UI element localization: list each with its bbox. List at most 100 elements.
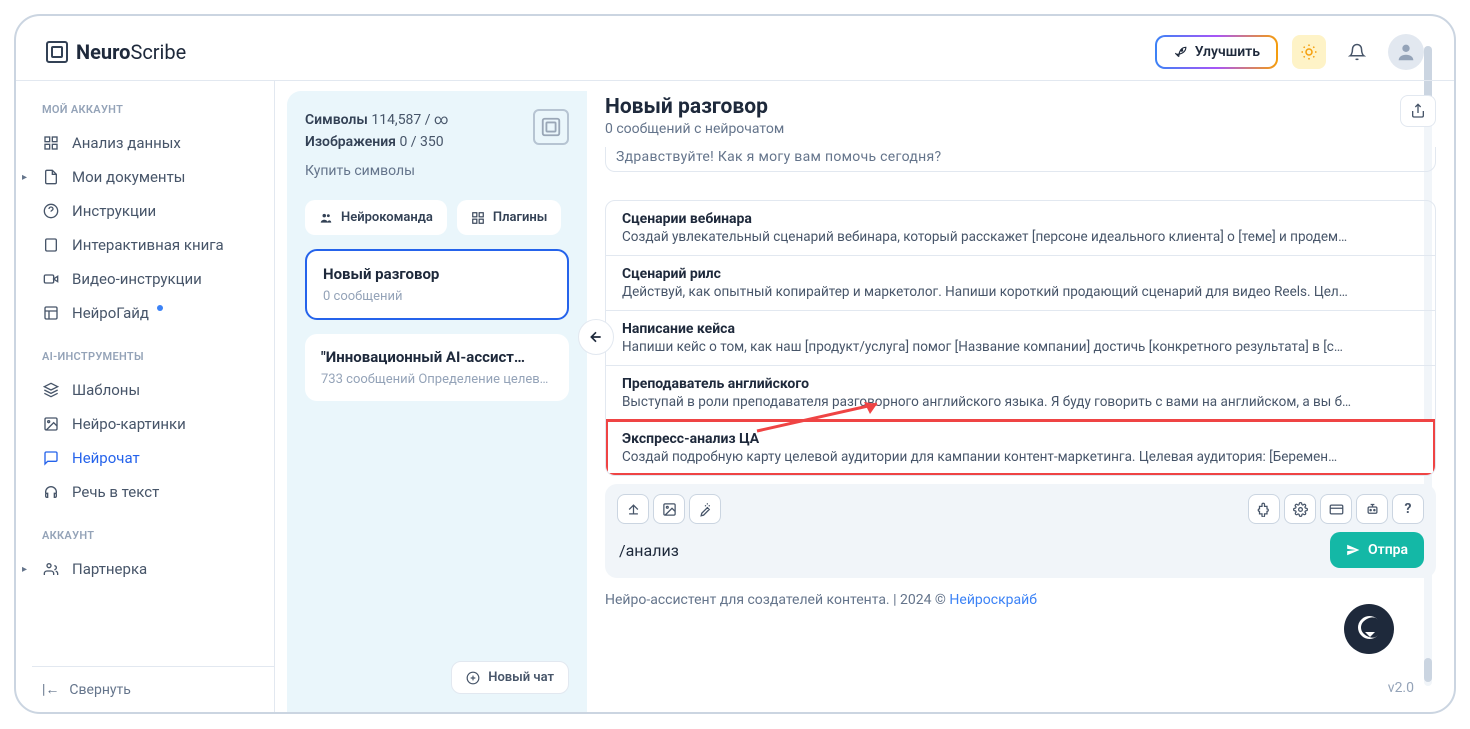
suggestion-title: Преподаватель английского [622,376,1419,392]
chat-input[interactable] [617,537,1320,564]
credit-card-icon [1329,502,1344,517]
sidebar-item-speech[interactable]: Речь в текст [32,475,274,509]
collapse-label: Свернуть [69,682,130,698]
conversation-card[interactable]: Новый разговор 0 сообщений [305,249,569,320]
inbox-button[interactable] [1320,494,1352,524]
image-button[interactable] [653,494,685,524]
help-button[interactable]: ? [1392,494,1424,524]
question-icon: ? [1405,501,1412,517]
extension-button[interactable] [1248,494,1280,524]
neuroteam-button[interactable]: Нейрокоманда [305,200,447,235]
pill-label: Нейрокоманда [341,210,433,225]
sidebar-section-account: МОЙ АККАУНТ [32,95,274,126]
suggestion-title: Сценарии вебинара [622,211,1419,227]
book-icon [42,236,60,254]
sidebar-item-instructions[interactable]: Инструкции [32,194,274,228]
images-count: Изображения 0 / 350 [305,131,448,153]
footer-link[interactable]: Нейроскрайб [949,592,1037,608]
grid-icon [42,134,60,152]
conversation-card[interactable]: "Инновационный AI-ассист… 733 сообщений … [305,334,569,401]
conversation-subtitle: 0 сообщений [323,289,551,304]
brand-name: NeuroScribe [76,40,186,64]
users-icon [319,211,333,225]
suggestion-item[interactable]: Сценарий рилсДействуй, как опытный копир… [606,255,1435,310]
send-button[interactable]: Отправить [1330,532,1424,568]
collapse-sidebar-button[interactable]: |← Свернуть [32,666,274,712]
chat-subtitle: 0 сообщений с нейрочатом [605,121,784,137]
sidebar-item-documents[interactable]: ▸Мои документы [32,160,274,194]
notifications-button[interactable] [1340,35,1374,69]
sidebar-item-label: Интерактивная книга [72,236,224,254]
brand-logo[interactable]: NeuroScribe [46,40,186,64]
user-avatar[interactable] [1388,34,1424,70]
video-icon [42,270,60,288]
collapse-icon: |← [42,681,59,698]
robot-button[interactable] [1356,494,1388,524]
layers-icon [42,381,60,399]
sidebar-item-affiliate[interactable]: ▸Партнерка [32,552,274,586]
pill-label: Плагины [493,210,547,225]
chevron-right-icon: ▸ [22,564,27,575]
user-icon [1395,41,1417,63]
attach-button[interactable] [617,494,649,524]
suggestion-desc: Создай подробную карту целевой аудитории… [622,449,1419,465]
version-label: v2.0 [1388,680,1414,696]
suggestion-item[interactable]: Преподаватель английского Выступай в роли… [606,365,1435,420]
suggestion-title: Экспресс-анализ ЦА [622,431,1419,447]
users-icon [42,560,60,578]
upload-icon [626,502,641,517]
robot-icon [1365,502,1380,517]
upgrade-button[interactable]: Улучшить [1155,35,1278,69]
sidebar-item-label: Видео-инструкции [72,270,202,288]
support-fab-button[interactable] [1344,604,1394,654]
chevron-right-icon: ▸ [22,172,27,183]
conversation-title: "Инновационный AI-ассист… [321,348,553,366]
share-button[interactable] [1400,95,1436,127]
sidebar-item-label: Речь в текст [72,483,159,501]
sidebar: МОЙ АККАУНТ Анализ данных ▸Мои документы… [16,80,274,712]
upgrade-label: Улучшить [1195,44,1260,60]
layout-icon [42,304,60,322]
gear-icon [1293,502,1308,517]
chat-icon [42,449,60,467]
sidebar-item-neurochat[interactable]: Нейрочат [32,441,274,475]
suggestion-item-highlighted[interactable]: Экспресс-анализ ЦА Создай подробную карту… [606,420,1435,475]
sidebar-item-label: Мои документы [72,168,185,186]
suggestion-desc: Выступай в роли преподавателя разговорно… [622,394,1419,410]
magic-button[interactable] [689,494,721,524]
suggestion-desc: Напиши кейс о том, как наш [продукт/услу… [622,339,1419,355]
sidebar-item-label: Шаблоны [72,381,140,399]
sidebar-item-templates[interactable]: Шаблоны [32,373,274,407]
sidebar-section-account2: АККАУНТ [32,521,274,552]
suggestion-title: Сценарий рилс [622,266,1419,282]
sidebar-item-analytics[interactable]: Анализ данных [32,126,274,160]
suggestion-desc: Создай увлекательный сценарий вебинара, … [622,229,1419,245]
arrow-left-icon [588,329,604,345]
sidebar-item-video[interactable]: Видео-инструкции [32,262,274,296]
suggestion-item[interactable]: Сценарии вебинара Создай увлекательный сц… [606,201,1435,255]
new-chat-button[interactable]: Новый чат [451,661,569,694]
theme-toggle-button[interactable] [1292,35,1326,69]
buy-symbols-link[interactable]: Купить символы [305,160,448,182]
footer-text: Нейро-ассистент для создателей контента.… [605,592,949,608]
sidebar-item-book[interactable]: Интерактивная книга [32,228,274,262]
collapse-panel-button[interactable] [578,319,614,355]
plugins-button[interactable]: Плагины [457,200,561,235]
help-icon [42,202,60,220]
symbols-count: Символы 114,587 / ∞ [305,109,448,131]
sidebar-item-label: Инструкции [72,202,156,220]
rocket-icon [1173,45,1187,59]
image-icon [662,502,677,517]
puzzle-icon [1257,502,1272,517]
image-icon [42,415,60,433]
sidebar-item-neuroimages[interactable]: Нейро-картинки [32,407,274,441]
new-chat-label: Новый чат [488,670,554,685]
settings-button[interactable] [1284,494,1316,524]
chat-title: Новый разговор [605,95,784,119]
sidebar-item-label: Партнерка [72,560,147,578]
suggestion-item[interactable]: Написание кейсаНапиши кейс о том, как на… [606,310,1435,365]
sidebar-item-neuroguide[interactable]: НейроГайд [32,296,274,330]
sidebar-item-label: Анализ данных [72,134,181,152]
sidebar-item-label: НейроГайд [72,304,149,322]
sidebar-item-label: Нейро-картинки [72,415,186,433]
